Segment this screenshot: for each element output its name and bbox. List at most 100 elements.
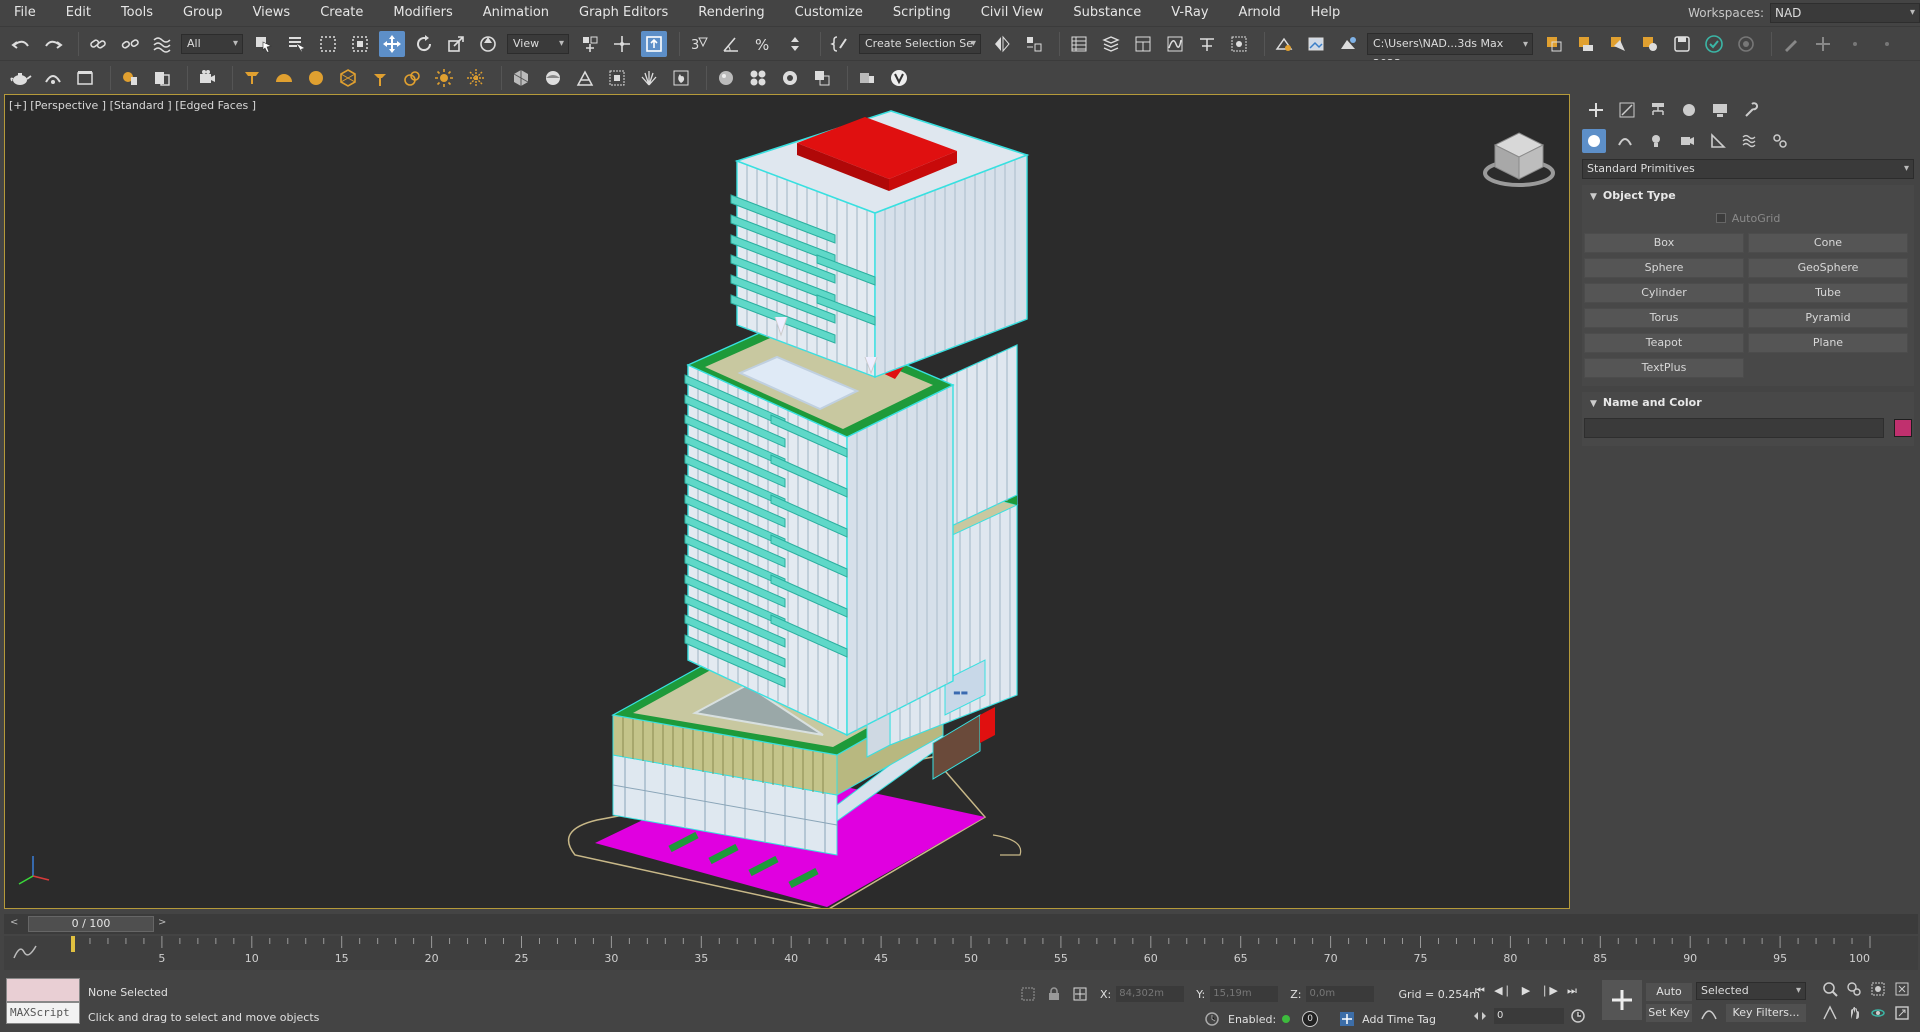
mirror-icon[interactable]: [989, 31, 1015, 57]
next-frame-icon[interactable]: ❘▶: [1539, 982, 1559, 1000]
key-selection-set-dropdown[interactable]: Selected: [1696, 982, 1806, 1000]
object-color-swatch[interactable]: [1894, 419, 1912, 437]
track-bar-ruler[interactable]: 5 10 15 20 25 30 35 40 45 50 55 60 65 70 75 80 85 90 95 100: [66, 936, 1876, 970]
set-key-button[interactable]: Set Key: [1646, 1004, 1692, 1022]
workspace-dropdown[interactable]: NAD: [1770, 3, 1920, 23]
autogrid-checkbox[interactable]: [1715, 213, 1726, 223]
selection-lock-icon[interactable]: [1046, 986, 1062, 1002]
menu-edit[interactable]: Edit: [52, 0, 107, 26]
menu-file[interactable]: File: [0, 0, 52, 26]
vray-fire-icon[interactable]: [668, 65, 694, 91]
adaptive-degradation-icon[interactable]: [1204, 1011, 1220, 1027]
vray-light-gen-icon[interactable]: [463, 65, 489, 91]
vray-material-lib-icon[interactable]: [149, 65, 175, 91]
pyramid-button[interactable]: Pyramid: [1748, 308, 1908, 328]
sphere-button[interactable]: Sphere: [1584, 258, 1744, 278]
vray-ies-light-icon[interactable]: [367, 65, 393, 91]
teapot-button[interactable]: Teapot: [1584, 333, 1744, 353]
zoom-all-icon[interactable]: [1844, 980, 1864, 998]
vray-plane-icon[interactable]: [540, 65, 566, 91]
vray-bitmap-icon[interactable]: [809, 65, 835, 91]
viewcube[interactable]: [1481, 125, 1557, 191]
select-object-icon[interactable]: [251, 31, 277, 57]
maxscript-listener[interactable]: MAXScript: [6, 978, 80, 1026]
spinner-snap-icon[interactable]: [782, 31, 808, 57]
current-frame-field[interactable]: 0: [1494, 1008, 1564, 1024]
maximize-viewport-icon[interactable]: [1892, 1004, 1912, 1022]
time-tag-icon[interactable]: 0: [1302, 1011, 1319, 1027]
select-scale-icon[interactable]: [443, 31, 469, 57]
menu-customize[interactable]: Customize: [781, 0, 879, 26]
align-icon[interactable]: [1021, 31, 1047, 57]
brush-tool-icon[interactable]: [1778, 31, 1804, 57]
go-to-end-icon[interactable]: ⏭: [1562, 982, 1582, 1000]
menu-graph-editors[interactable]: Graph Editors: [565, 0, 684, 26]
vray-plane-light-icon[interactable]: [239, 65, 265, 91]
select-manipulate-icon[interactable]: [609, 31, 635, 57]
vfb-icon[interactable]: [72, 65, 98, 91]
render-shortcut-1-icon[interactable]: [1541, 31, 1567, 57]
set-keys-button[interactable]: [1602, 980, 1642, 1020]
object-name-field[interactable]: [1584, 418, 1884, 438]
cylinder-button[interactable]: Cylinder: [1584, 283, 1744, 303]
add-time-tag-icon[interactable]: [1338, 1010, 1356, 1028]
reference-coordinate-dropdown[interactable]: View: [507, 33, 569, 54]
vray-decal-icon[interactable]: [604, 65, 630, 91]
layer-explorer-icon[interactable]: [1098, 31, 1124, 57]
menu-rendering[interactable]: Rendering: [684, 0, 780, 26]
utilities-tab-icon[interactable]: [1739, 98, 1763, 122]
rendered-frame-window-icon[interactable]: [1303, 31, 1329, 57]
material-editor-icon[interactable]: [1226, 31, 1252, 57]
zoom-extents-icon[interactable]: [1868, 980, 1888, 998]
vray-mesh-light-icon[interactable]: [335, 65, 361, 91]
vray-material-sphere-icon[interactable]: [713, 65, 739, 91]
angle-snap-icon[interactable]: [718, 31, 744, 57]
vray-multi-material-icon[interactable]: [745, 65, 771, 91]
select-move-icon[interactable]: [379, 30, 405, 57]
keyboard-shortcut-override-icon[interactable]: [641, 30, 667, 57]
menu-group[interactable]: Group: [169, 0, 239, 26]
next-frame-arrow-icon[interactable]: >: [158, 917, 166, 928]
modify-tab-icon[interactable]: [1615, 98, 1639, 122]
vray-sun-icon[interactable]: [431, 65, 457, 91]
primitive-category-dropdown[interactable]: Standard Primitives: [1582, 159, 1914, 179]
dot-tool-2-icon[interactable]: [1874, 31, 1900, 57]
vray-dome-light-icon[interactable]: [271, 65, 297, 91]
geometry-category-icon[interactable]: [1582, 129, 1606, 153]
time-slider-thumb[interactable]: 0 / 100: [28, 916, 154, 932]
vray-scatter-icon[interactable]: [636, 65, 662, 91]
maxscript-input[interactable]: MAXScript: [6, 1002, 80, 1024]
menu-modifiers[interactable]: Modifiers: [379, 0, 468, 26]
absolute-mode-icon[interactable]: [1072, 986, 1088, 1002]
bind-spacewarp-icon[interactable]: [149, 31, 175, 57]
teapot-render-icon[interactable]: [8, 65, 34, 91]
menu-substance[interactable]: Substance: [1059, 0, 1157, 26]
link-icon[interactable]: [85, 31, 111, 57]
rect-selection-icon[interactable]: [315, 31, 341, 57]
render-shortcut-4-icon[interactable]: [1637, 31, 1663, 57]
spacewarps-category-icon[interactable]: [1737, 129, 1761, 153]
create-tab-icon[interactable]: [1584, 98, 1608, 122]
torus-button[interactable]: Torus: [1584, 308, 1744, 328]
vray-sphere-light-icon[interactable]: [303, 65, 329, 91]
lights-category-icon[interactable]: [1644, 129, 1668, 153]
menu-vray[interactable]: V-Ray: [1157, 0, 1224, 26]
toggle-ribbon-icon[interactable]: [1130, 31, 1156, 57]
selection-filter-dropdown[interactable]: All: [181, 33, 243, 54]
geosphere-button[interactable]: GeoSphere: [1748, 258, 1908, 278]
current-frame-marker[interactable]: [71, 936, 75, 952]
project-folder-path[interactable]: C:\Users\NAD...3ds Max 2023: [1367, 32, 1533, 70]
z-coordinate-field[interactable]: 0,0m: [1306, 986, 1375, 1002]
key-filters-button[interactable]: Key Filters...: [1726, 1004, 1806, 1022]
hierarchy-tab-icon[interactable]: [1646, 98, 1670, 122]
maxscript-output[interactable]: [6, 978, 80, 1002]
menu-scripting[interactable]: Scripting: [879, 0, 967, 26]
textplus-button[interactable]: TextPlus: [1584, 358, 1744, 378]
menu-help[interactable]: Help: [1297, 0, 1357, 26]
motion-tab-icon[interactable]: [1677, 98, 1701, 122]
render-setup-icon[interactable]: [1271, 31, 1297, 57]
dot-tool-icon[interactable]: [1842, 31, 1868, 57]
time-slider[interactable]: < 0 / 100 >: [4, 914, 1918, 934]
y-coordinate-field[interactable]: 15,19m: [1210, 986, 1279, 1002]
menu-tools[interactable]: Tools: [107, 0, 169, 26]
